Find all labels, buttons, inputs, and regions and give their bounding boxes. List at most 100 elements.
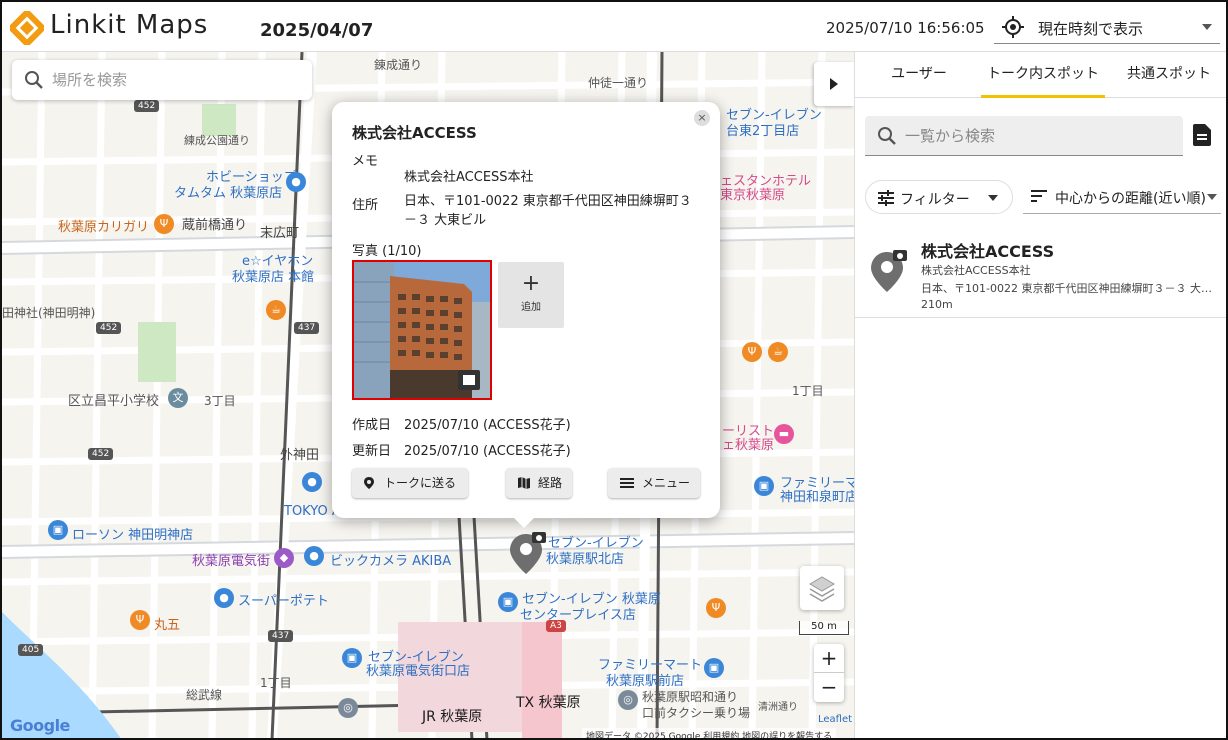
route-shield: 437 [268,630,294,642]
address-value-line2: －３ 大東ビル [404,213,487,228]
poi-label: 丸五 [154,618,181,633]
route-label: 経路 [538,476,563,490]
poi-label: ローソン 神田明神店 [72,528,194,543]
zoom-in-button[interactable]: + [814,644,844,673]
address-value-line1: 日本、〒101-0022 東京都千代田区神田練塀町３ [404,194,692,209]
taxi-poi-icon[interactable]: ◎ [618,690,638,710]
updated-value: 2025/07/10 (ACCESS花子) [404,444,571,459]
plus-icon: + [521,271,541,296]
list-item-distance: 210m [921,298,953,311]
current-time: 2025/07/10 16:56:05 [826,19,985,37]
cafe-poi-icon[interactable]: ☕ [266,300,286,320]
send-to-talk-button[interactable]: トークに送る [352,468,468,498]
poi-label: 秋葉原電気街 [192,554,271,569]
shopping-poi-icon[interactable]: ◆ [274,548,294,568]
map-search-input[interactable] [52,68,292,92]
facility-poi-icon[interactable]: ◎ [338,698,358,718]
street-label: 蔵前橋通り [182,218,248,233]
list-item[interactable]: 株式会社ACCESS 株式会社ACCESS本社 日本、〒101-0022 東京都… [855,228,1226,318]
search-icon [878,127,896,145]
tab-shared-spots[interactable]: 共通スポット [1115,52,1223,98]
poi-label: 秋葉原店 本館 [232,270,315,285]
rail-label: 総武線 [186,688,223,702]
time-mode-label: 現在時刻で表示 [1038,20,1144,38]
map-view[interactable]: 錬成通り 仲徒一通り 練成公園通り ホビーショップ タムタム 秋葉原店 ● 秋葉… [2,52,854,738]
store-poi-icon[interactable]: ▣ [498,592,518,612]
restaurant-poi-icon[interactable]: Ψ [706,598,726,618]
list-item-name: 株式会社ACCESS [921,242,1055,261]
route-shield: 452 [134,100,160,112]
station-label: JR 秋葉原 [422,709,483,725]
spot-photo-pin-icon [871,250,907,292]
popup-tail [514,518,534,528]
sort-icon [1031,190,1047,202]
store-poi-icon[interactable]: ▣ [754,476,774,496]
poi-label: 秋葉原駅北店 [546,552,625,567]
map-icon [518,477,530,489]
store-poi-icon[interactable]: ▣ [704,658,724,678]
spot-photo[interactable] [352,260,492,400]
street-label: 清洲通り [758,702,798,713]
tab-talk-spots[interactable]: トーク内スポット [981,52,1105,98]
route-shield: 405 [18,644,44,656]
area-label: 1丁目 [792,384,824,398]
zoom-out-button[interactable]: − [814,673,844,702]
route-shield: 452 [96,322,122,334]
created-label: 作成日 [352,418,392,433]
send-to-talk-label: トークに送る [384,476,457,490]
close-icon[interactable]: × [694,110,710,126]
store-poi-icon[interactable]: ▣ [342,648,362,668]
poi-label: ェ秋葉原 [722,438,775,453]
app-window: Linkit Maps 2025/04/07 2025/07/10 16:56:… [0,0,1228,740]
map-scale: 50 m [799,621,849,635]
shrine-label: 田神社(神田明神) [2,306,96,320]
route-button[interactable]: 経路 [506,468,572,498]
poi-label: 台東2丁目店 [726,124,800,139]
shop-poi-icon[interactable]: ● [304,546,324,566]
street-label: 錬成通り [374,58,423,72]
leaflet-link[interactable]: Leaflet [818,714,852,725]
memo-label: メモ [352,154,379,169]
street-label: 仲徒一通り [588,76,649,90]
restaurant-poi-icon[interactable]: Ψ [742,342,762,362]
side-tabs: ユーザー トーク内スポット 共通スポット [855,52,1226,98]
layers-button[interactable] [800,566,844,610]
location-pin-icon [364,477,374,489]
poi-label: センタープレイス店 [520,608,636,623]
route-shield: 452 [88,448,114,460]
popup-title: 株式会社ACCESS [352,124,477,142]
document-icon[interactable] [1193,124,1211,146]
list-search-box[interactable] [865,116,1183,156]
map-attribution[interactable]: 地図データ ©2025 Google 利用規約 地図の誤りを報告する [582,728,837,738]
school-poi-icon[interactable]: 文 [168,388,188,408]
layers-icon [809,576,835,602]
restaurant-poi-icon[interactable]: Ψ [130,610,150,630]
store-poi-icon[interactable]: ▣ [48,520,68,540]
search-icon [25,71,43,89]
list-search-input[interactable] [905,124,1165,148]
shop-poi-icon[interactable]: ● [214,588,234,608]
hotel-poi-icon[interactable]: ▬ [774,424,794,444]
shop-poi-icon[interactable]: ● [286,172,306,192]
tab-users[interactable]: ユーザー [865,52,973,98]
building-photo [354,262,490,398]
time-mode-select[interactable]: 現在時刻で表示 [994,10,1220,44]
map-search-box[interactable] [12,60,312,100]
caret-right-icon [830,78,838,90]
filter-button[interactable]: フィルター [865,180,1013,214]
area-label: 外神田 [280,448,320,463]
app-name: Linkit Maps [50,10,209,40]
sort-select[interactable]: 中心からの距離(近い順) [1023,180,1221,214]
memo-value: 株式会社ACCESS本社 [404,170,534,185]
spot-marker-icon[interactable] [508,532,548,576]
shop-poi-icon[interactable]: ● [302,472,322,492]
restaurant-poi-icon[interactable]: Ψ [154,214,174,234]
cafe-poi-icon[interactable]: ☕ [768,342,788,362]
station-label: TX 秋葉原 [516,695,581,711]
toggle-panel-button[interactable] [814,62,854,106]
zoom-control: + − [814,644,844,702]
add-photo-button[interactable]: + 追加 [498,262,564,328]
area-label: 1丁目 [260,676,292,690]
list-item-memo: 株式会社ACCESS本社 [921,264,1031,277]
menu-button[interactable]: メニュー [608,468,700,498]
